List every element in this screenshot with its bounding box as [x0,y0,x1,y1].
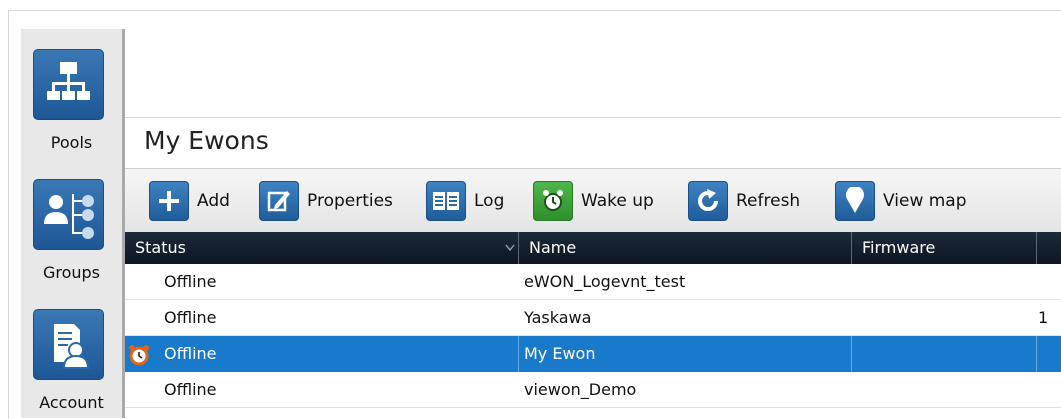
toolbar: Add Properties Log Wake up Refresh View … [125,168,1061,233]
add-label: Add [197,191,230,211]
book-icon [426,181,466,221]
alarm-clock-icon [129,345,149,366]
map-pin-icon [835,181,875,221]
account-icon [33,309,104,380]
table-row-selected[interactable]: Offline My Ewon [125,336,1061,372]
status-cell: Offline [164,380,217,399]
log-label: Log [474,191,505,211]
name-cell: eWON_Logevnt_test [524,272,686,291]
refresh-label: Refresh [736,191,801,211]
alarm-clock-icon [533,181,573,221]
devices-table: Status Name Firmware Offline eWON_Logevn… [125,232,1061,408]
view-map-button[interactable]: View map [835,179,967,223]
wake-up-button[interactable]: Wake up [533,179,654,223]
title-bar: My Ewons [125,117,1061,168]
table-header: Status Name Firmware [125,232,1061,264]
table-row[interactable]: Offline Yaskawa 1 [125,300,1061,336]
status-cell: Offline [164,272,217,291]
name-cell: viewon_Demo [524,380,637,399]
table-row[interactable]: Offline eWON_Logevnt_test [125,264,1061,300]
nav-label-pools: Pools [50,133,93,152]
nav-label-groups: Groups [42,263,101,282]
properties-label: Properties [307,191,393,211]
column-header-firmware[interactable]: Firmware [852,232,1036,264]
cell-separator [518,336,519,372]
page-title: My Ewons [144,126,269,155]
status-cell: Offline [164,308,217,327]
log-button[interactable]: Log [426,179,504,223]
nav-label-account: Account [39,393,104,412]
properties-button[interactable]: Properties [259,179,393,223]
column-separator[interactable] [1036,232,1037,264]
refresh-button[interactable]: Refresh [688,179,800,223]
status-cell: Offline [164,344,217,363]
nav-item-pools[interactable]: Pools [21,49,122,159]
truncated-cell: 1 [1038,308,1049,327]
nav-item-groups[interactable]: Groups [21,179,122,289]
column-header-status[interactable]: Status [125,232,518,264]
nav-item-account[interactable]: Account [21,309,122,418]
cell-separator [1036,336,1037,372]
name-cell: Yaskawa [524,308,592,327]
name-cell: My Ewon [524,344,596,363]
sort-chevron-icon[interactable] [505,244,515,252]
refresh-icon [688,181,728,221]
view-map-label: View map [883,191,967,211]
cell-separator [851,336,852,372]
hierarchy-icon [33,49,104,120]
table-row[interactable]: Offline viewon_Demo [125,372,1061,408]
edit-icon [259,181,299,221]
add-button[interactable]: Add [149,179,230,223]
wake-up-label: Wake up [581,191,654,211]
plus-icon [149,181,189,221]
nav-rail: Pools Groups Account [21,29,122,418]
groups-icon [33,179,104,250]
column-header-name[interactable]: Name [519,232,851,264]
